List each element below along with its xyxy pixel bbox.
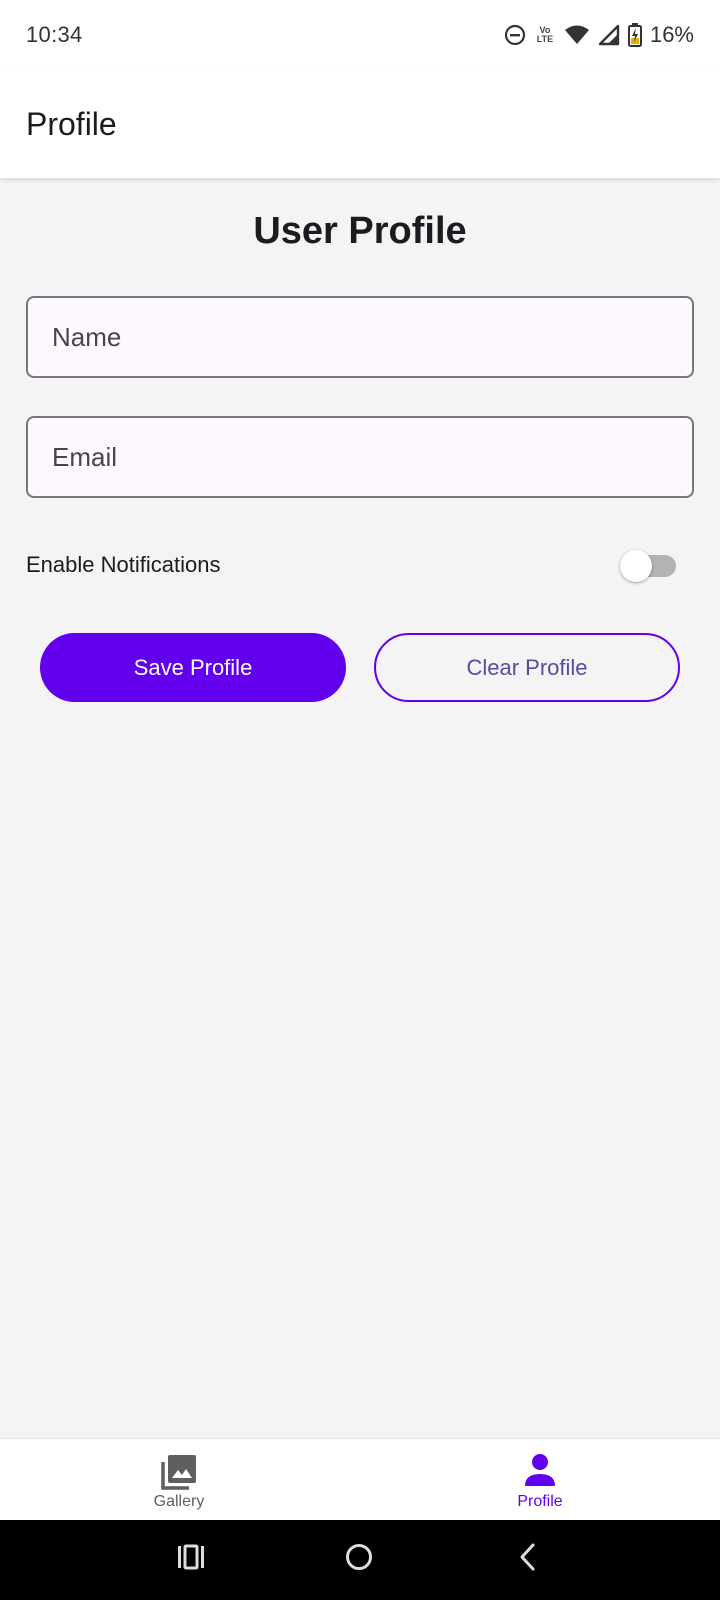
do-not-disturb-icon [504,24,526,46]
person-icon [524,1453,556,1492]
system-navigation-bar [0,1520,720,1600]
battery-percent: 16% [649,22,694,47]
save-profile-button[interactable]: Save Profile [40,633,346,702]
back-icon[interactable] [514,1542,544,1577]
screen: 10:34 Vo LTE 16% Profile User Profile En… [0,0,720,1600]
clear-profile-button[interactable]: Clear Profile [374,633,680,702]
battery-charging-icon [627,23,642,47]
wifi-icon [564,25,590,45]
status-time: 10:34 [26,22,83,47]
name-field[interactable] [26,296,694,378]
recents-icon[interactable] [176,1542,206,1577]
cellular-signal-icon [598,24,620,46]
top-app-bar: Profile [0,72,720,178]
nav-label-profile: Profile [517,1493,563,1510]
bottom-navigation: Gallery Profile [0,1438,720,1520]
email-field[interactable] [26,416,694,498]
toggle-thumb [620,550,652,582]
nav-item-profile[interactable]: Profile [360,1439,720,1521]
volte-icon: Vo LTE [536,25,554,44]
home-icon[interactable] [344,1542,374,1577]
app-bar-title: Profile [26,106,117,142]
gallery-icon [160,1453,198,1496]
page-title: User Profile [253,210,467,252]
notifications-label: Enable Notifications [26,552,221,577]
status-icons: Vo LTE 16% [504,20,694,50]
status-bar: 10:34 Vo LTE 16% [0,0,720,72]
notifications-toggle[interactable] [620,550,676,582]
